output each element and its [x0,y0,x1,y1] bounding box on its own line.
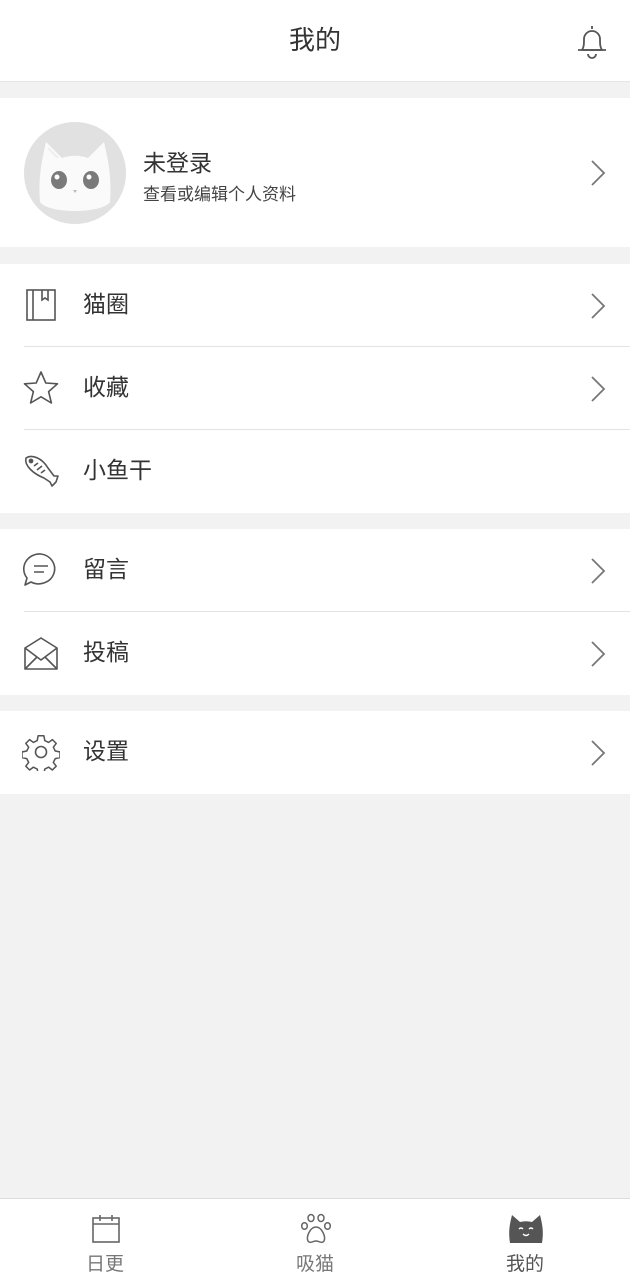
menu-group-1: 猫圈 收藏 小鱼干 [0,264,630,513]
tab-daily[interactable]: 日更 [0,1199,210,1280]
chevron-right-icon [590,739,606,767]
menu-label: 小鱼干 [83,458,152,484]
bell-icon[interactable] [574,22,610,60]
page-title: 我的 [288,26,341,56]
tab-label: 我的 [505,1253,544,1275]
chevron-right-icon [590,375,606,403]
menu-label: 留言 [83,557,129,583]
menu-label: 收藏 [83,375,129,401]
notebook-icon [22,286,60,324]
star-icon [22,369,60,407]
profile-subtitle: 查看或编辑个人资料 [143,185,296,205]
chevron-right-icon [590,557,606,585]
menu-group-2: 留言 投稿 [0,529,630,695]
tab-cats[interactable]: 吸猫 [210,1199,420,1280]
chevron-right-icon [590,159,606,187]
bottom-tab-bar: 日更 吸猫 我的 [0,1198,630,1280]
menu-item-dried-fish[interactable]: 小鱼干 [0,430,630,513]
menu-item-submit[interactable]: 投稿 [0,612,630,695]
profile-card[interactable]: 未登录 查看或编辑个人资料 [0,98,630,247]
tab-me[interactable]: 我的 [420,1199,630,1280]
calendar-icon [90,1213,122,1245]
menu-item-messages[interactable]: 留言 [0,529,630,612]
chevron-right-icon [590,640,606,668]
menu-label: 猫圈 [83,292,129,318]
gear-icon [21,733,61,775]
menu-label: 投稿 [83,640,129,666]
menu-group-3: 设置 [0,711,630,794]
app-root: 我的 未登录 查看或编辑个人资料 猫圈 收藏 小鱼干 留言 投稿 设置 日更 吸… [0,0,630,1280]
profile-name: 未登录 [143,151,212,177]
tab-label: 吸猫 [295,1253,334,1275]
menu-item-cat-circle[interactable]: 猫圈 [0,264,630,347]
paw-icon [300,1213,332,1245]
chat-bubble-icon [22,551,60,589]
top-bar: 我的 [0,0,630,82]
menu-label: 设置 [83,739,129,765]
fish-icon [22,452,60,490]
envelope-icon [22,634,60,672]
cat-avatar-icon[interactable] [24,122,126,224]
cat-face-icon [509,1213,543,1245]
menu-item-favorites[interactable]: 收藏 [0,347,630,430]
chevron-right-icon [590,292,606,320]
tab-label: 日更 [85,1253,124,1275]
menu-item-settings[interactable]: 设置 [0,711,630,794]
